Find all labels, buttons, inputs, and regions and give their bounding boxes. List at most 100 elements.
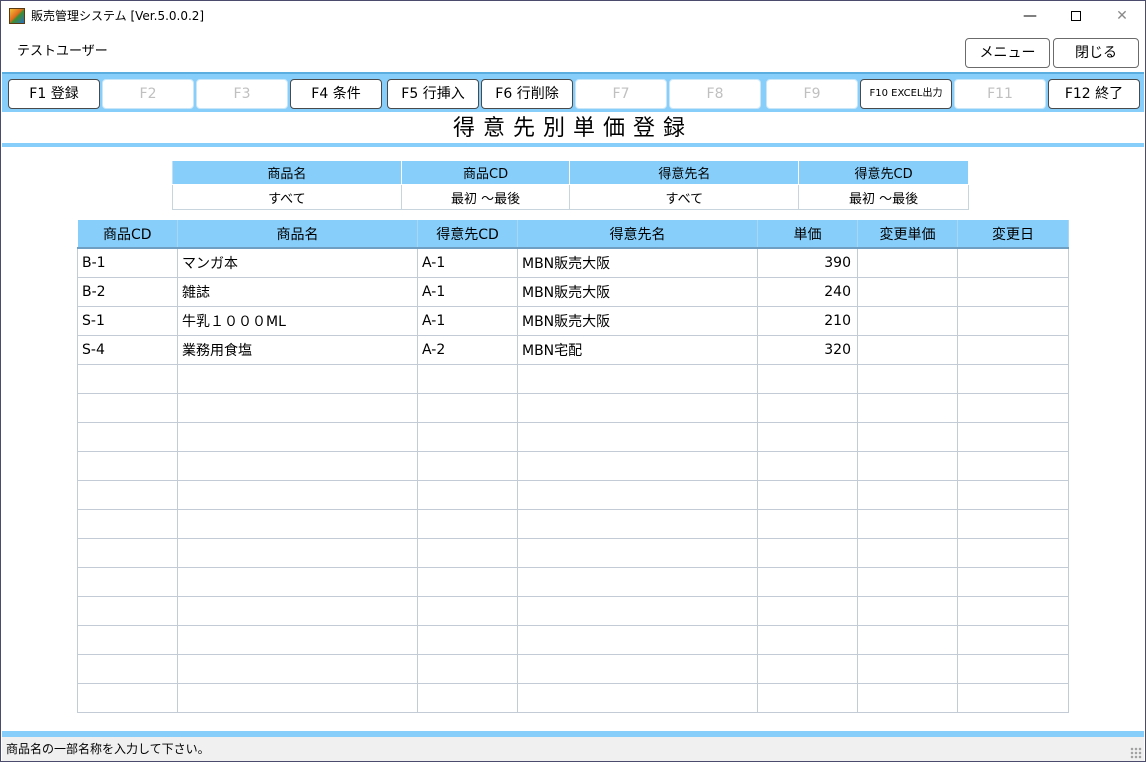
cell-product-cd[interactable] <box>77 421 178 452</box>
cell-change-date[interactable] <box>957 276 1069 307</box>
cell-product-cd[interactable] <box>77 479 178 510</box>
cell-product-name[interactable] <box>177 624 418 655</box>
table-row[interactable] <box>77 624 1069 655</box>
cell-change-date[interactable] <box>957 566 1069 597</box>
cell-product-cd[interactable] <box>77 537 178 568</box>
cell-product-name[interactable]: マンガ本 <box>177 247 418 278</box>
cell-new-unit-price[interactable] <box>857 247 958 278</box>
f12-exit-button[interactable]: F12 終了 <box>1048 79 1140 109</box>
cell-unit-price[interactable] <box>757 421 858 452</box>
cell-product-name[interactable]: 雑誌 <box>177 276 418 307</box>
table-row[interactable]: S-4 業務用食塩 A-2 MBN宅配 320 <box>77 334 1069 365</box>
cell-product-cd[interactable] <box>77 363 178 394</box>
maximize-button[interactable] <box>1053 1 1099 31</box>
cell-new-unit-price[interactable] <box>857 537 958 568</box>
cell-customer-cd[interactable] <box>417 537 518 568</box>
cell-product-cd[interactable] <box>77 595 178 626</box>
cell-customer-name[interactable] <box>517 537 758 568</box>
table-row[interactable] <box>77 450 1069 481</box>
col-header-customer-cd[interactable]: 得意先CD <box>417 220 518 249</box>
cell-product-name[interactable] <box>177 479 418 510</box>
cell-change-date[interactable] <box>957 247 1069 278</box>
cell-new-unit-price[interactable] <box>857 363 958 394</box>
cell-new-unit-price[interactable] <box>857 276 958 307</box>
cell-unit-price[interactable] <box>757 363 858 394</box>
cell-new-unit-price[interactable] <box>857 508 958 539</box>
cell-change-date[interactable] <box>957 305 1069 336</box>
cell-new-unit-price[interactable] <box>857 392 958 423</box>
table-row[interactable]: B-1 マンガ本 A-1 MBN販売大阪 390 <box>77 247 1069 278</box>
cell-product-name[interactable] <box>177 682 418 713</box>
cell-change-date[interactable] <box>957 363 1069 394</box>
cell-product-cd[interactable]: B-2 <box>77 276 178 307</box>
cell-customer-name[interactable] <box>517 363 758 394</box>
cell-customer-name[interactable]: MBN販売大阪 <box>517 247 758 278</box>
cell-customer-cd[interactable] <box>417 421 518 452</box>
table-row[interactable] <box>77 653 1069 684</box>
cell-customer-cd[interactable] <box>417 392 518 423</box>
cell-customer-name[interactable] <box>517 392 758 423</box>
cell-product-name[interactable] <box>177 392 418 423</box>
cell-customer-cd[interactable] <box>417 508 518 539</box>
cell-new-unit-price[interactable] <box>857 682 958 713</box>
col-header-product-cd[interactable]: 商品CD <box>77 220 178 249</box>
cell-customer-name[interactable] <box>517 450 758 481</box>
cell-product-cd[interactable] <box>77 392 178 423</box>
cell-unit-price[interactable] <box>757 450 858 481</box>
col-header-product-name[interactable]: 商品名 <box>177 220 418 249</box>
cell-unit-price[interactable]: 240 <box>757 276 858 307</box>
cell-customer-name[interactable] <box>517 421 758 452</box>
cell-customer-cd[interactable]: A-1 <box>417 276 518 307</box>
cell-product-name[interactable] <box>177 595 418 626</box>
cell-new-unit-price[interactable] <box>857 566 958 597</box>
cell-product-name[interactable]: 業務用食塩 <box>177 334 418 365</box>
cell-change-date[interactable] <box>957 450 1069 481</box>
cell-product-name[interactable] <box>177 421 418 452</box>
cell-product-name[interactable] <box>177 653 418 684</box>
f6-delete-row-button[interactable]: F6 行削除 <box>481 79 573 109</box>
f9-button[interactable]: F9 <box>766 79 858 109</box>
cell-product-cd[interactable]: S-1 <box>77 305 178 336</box>
menu-button[interactable]: メニュー <box>965 38 1050 68</box>
cell-product-cd[interactable]: B-1 <box>77 247 178 278</box>
cell-customer-cd[interactable] <box>417 566 518 597</box>
f4-condition-button[interactable]: F4 条件 <box>290 79 382 109</box>
cell-unit-price[interactable] <box>757 537 858 568</box>
table-row[interactable]: B-2 雑誌 A-1 MBN販売大阪 240 <box>77 276 1069 307</box>
col-header-change-date[interactable]: 変更日 <box>957 220 1069 249</box>
cell-customer-cd[interactable]: A-2 <box>417 334 518 365</box>
cell-product-cd[interactable] <box>77 624 178 655</box>
table-row[interactable] <box>77 508 1069 539</box>
cell-change-date[interactable] <box>957 479 1069 510</box>
col-header-customer-name[interactable]: 得意先名 <box>517 220 758 249</box>
cell-product-name[interactable] <box>177 508 418 539</box>
table-row[interactable] <box>77 392 1069 423</box>
cell-unit-price[interactable] <box>757 653 858 684</box>
cell-customer-name[interactable] <box>517 479 758 510</box>
f8-button[interactable]: F8 <box>669 79 761 109</box>
cell-unit-price[interactable] <box>757 508 858 539</box>
cell-unit-price[interactable]: 210 <box>757 305 858 336</box>
f3-button[interactable]: F3 <box>196 79 288 109</box>
cell-change-date[interactable] <box>957 392 1069 423</box>
cell-customer-cd[interactable] <box>417 682 518 713</box>
cell-customer-name[interactable]: MBN販売大阪 <box>517 276 758 307</box>
cell-change-date[interactable] <box>957 537 1069 568</box>
cell-customer-name[interactable] <box>517 653 758 684</box>
cell-product-cd[interactable] <box>77 450 178 481</box>
table-row[interactable] <box>77 363 1069 394</box>
cell-customer-cd[interactable] <box>417 624 518 655</box>
cell-unit-price[interactable] <box>757 479 858 510</box>
table-row[interactable] <box>77 479 1069 510</box>
f1-register-button[interactable]: F1 登録 <box>8 79 100 109</box>
cell-product-cd[interactable] <box>77 566 178 597</box>
f10-excel-export-button[interactable]: F10 EXCEL出力 <box>860 79 952 109</box>
table-row[interactable] <box>77 421 1069 452</box>
cell-product-name[interactable] <box>177 566 418 597</box>
cell-unit-price[interactable]: 320 <box>757 334 858 365</box>
minimize-button[interactable]: — <box>1007 1 1053 31</box>
cell-customer-cd[interactable] <box>417 595 518 626</box>
cell-product-name[interactable] <box>177 450 418 481</box>
cell-new-unit-price[interactable] <box>857 305 958 336</box>
table-row[interactable] <box>77 566 1069 597</box>
